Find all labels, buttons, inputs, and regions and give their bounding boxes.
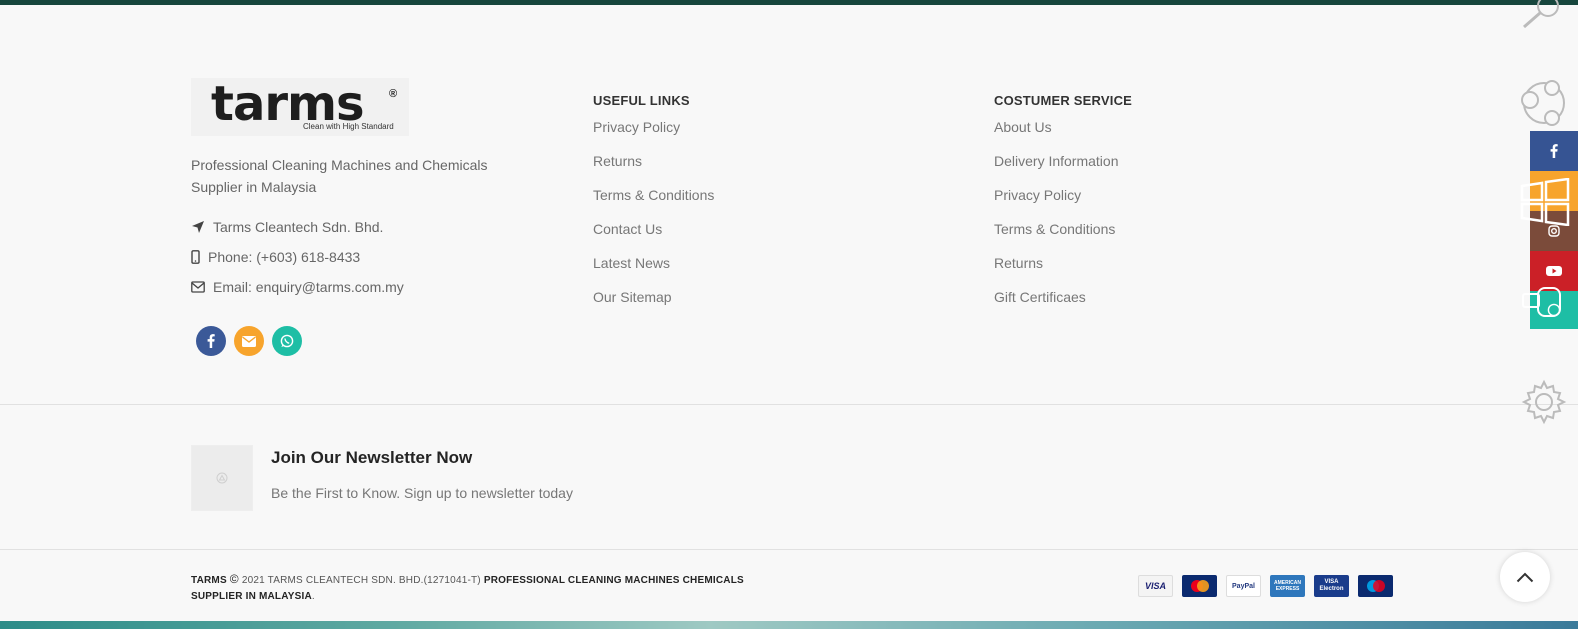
mastercard-icon [1182, 575, 1217, 597]
maestro-icon [1358, 575, 1393, 597]
newsletter-image [191, 445, 253, 511]
footer-about-column: tarms ® Clean with High Standard Profess… [191, 76, 521, 356]
contact-company: Tarms Cleantech Sdn. Bhd. [191, 212, 521, 242]
newsletter-subtitle: Be the First to Know. Sign up to newslet… [271, 485, 573, 501]
company-description: Professional Cleaning Machines and Chemi… [191, 157, 488, 195]
copyright-symbol: © [229, 572, 239, 586]
email-text[interactable]: Email: enquiry@tarms.com.my [213, 279, 404, 295]
cs-link-privacy-policy[interactable]: Privacy Policy [994, 187, 1132, 221]
whatsapp-button[interactable] [272, 326, 302, 356]
contact-email: Email: enquiry@tarms.com.my [191, 272, 521, 302]
side-facebook-button[interactable] [1530, 131, 1578, 171]
chevron-up-icon [1516, 572, 1534, 582]
bottom-accent-strip [0, 621, 1578, 629]
logo-registered-mark: ® [389, 88, 398, 100]
useful-link-returns[interactable]: Returns [593, 153, 714, 187]
instagram-icon [1548, 225, 1560, 237]
search-icon[interactable] [1518, 0, 1562, 30]
scroll-to-top-button[interactable] [1500, 552, 1550, 602]
customer-service-column: COSTUMER SERVICE About Us Delivery Infor… [994, 93, 1132, 323]
settings-gear-icon[interactable] [1520, 378, 1568, 426]
cs-link-terms[interactable]: Terms & Conditions [994, 221, 1132, 255]
location-arrow-icon [192, 221, 204, 233]
payment-methods: VISA PayPal AMERICAN EXPRESS VISA Electr… [1138, 575, 1393, 597]
facebook-icon [207, 334, 215, 348]
useful-link-privacy-policy[interactable]: Privacy Policy [593, 119, 714, 153]
useful-link-latest-news[interactable]: Latest News [593, 255, 714, 289]
copyright-end: . [311, 591, 315, 602]
mobile-phone-icon [191, 250, 200, 264]
phone-text[interactable]: Phone: (+603) 618-8433 [208, 249, 360, 265]
site-logo[interactable]: tarms ® Clean with High Standard [191, 76, 409, 136]
envelope-icon [242, 335, 256, 347]
useful-links-title: USEFUL LINKS [593, 93, 690, 108]
facebook-button[interactable] [196, 326, 226, 356]
contact-list: Tarms Cleantech Sdn. Bhd. Phone: (+603) … [191, 212, 521, 302]
useful-link-sitemap[interactable]: Our Sitemap [593, 289, 714, 323]
newsletter-title: Join Our Newsletter Now [271, 448, 473, 467]
paypal-icon: PayPal [1226, 575, 1261, 597]
customer-service-list: About Us Delivery Information Privacy Po… [994, 119, 1132, 323]
facebook-icon [1550, 144, 1558, 158]
youtube-icon [1546, 266, 1562, 276]
company-name: Tarms Cleantech Sdn. Bhd. [213, 219, 384, 235]
copyright-divider [0, 549, 1578, 550]
logo-tagline: Clean with High Standard [303, 122, 394, 131]
envelope-icon [191, 281, 205, 293]
useful-link-terms[interactable]: Terms & Conditions [593, 187, 714, 221]
image-placeholder-icon [216, 472, 228, 484]
devices-icon[interactable] [1520, 284, 1564, 320]
windows-icon[interactable] [1520, 178, 1570, 226]
customer-service-title: COSTUMER SERVICE [994, 93, 1133, 108]
american-express-icon: AMERICAN EXPRESS [1270, 575, 1305, 597]
cs-link-about-us[interactable]: About Us [994, 119, 1132, 153]
copyright-company: 2021 TARMS CLEANTECH SDN. BHD.(1271041-T… [238, 575, 484, 586]
visa-electron-icon: VISA Electron [1314, 575, 1349, 597]
contact-phone: Phone: (+603) 618-8433 [191, 242, 521, 272]
copyright-brand: TARMS [191, 575, 227, 586]
footer-social-icons [191, 326, 521, 356]
share-network-icon[interactable] [1518, 78, 1570, 128]
cs-link-delivery-information[interactable]: Delivery Information [994, 153, 1132, 187]
top-accent-bar [0, 0, 1578, 5]
email-button[interactable] [234, 326, 264, 356]
cs-link-gift-certificates[interactable]: Gift Certificaes [994, 289, 1132, 323]
footer-divider [0, 404, 1578, 405]
useful-links-list: Privacy Policy Returns Terms & Condition… [593, 119, 714, 323]
visa-icon: VISA [1138, 575, 1173, 597]
copyright-text: TARMS © 2021 TARMS CLEANTECH SDN. BHD.(1… [191, 571, 751, 605]
whatsapp-icon [280, 334, 294, 348]
useful-link-contact-us[interactable]: Contact Us [593, 221, 714, 255]
cs-link-returns[interactable]: Returns [994, 255, 1132, 289]
useful-links-column: USEFUL LINKS Privacy Policy Returns Term… [593, 93, 714, 323]
